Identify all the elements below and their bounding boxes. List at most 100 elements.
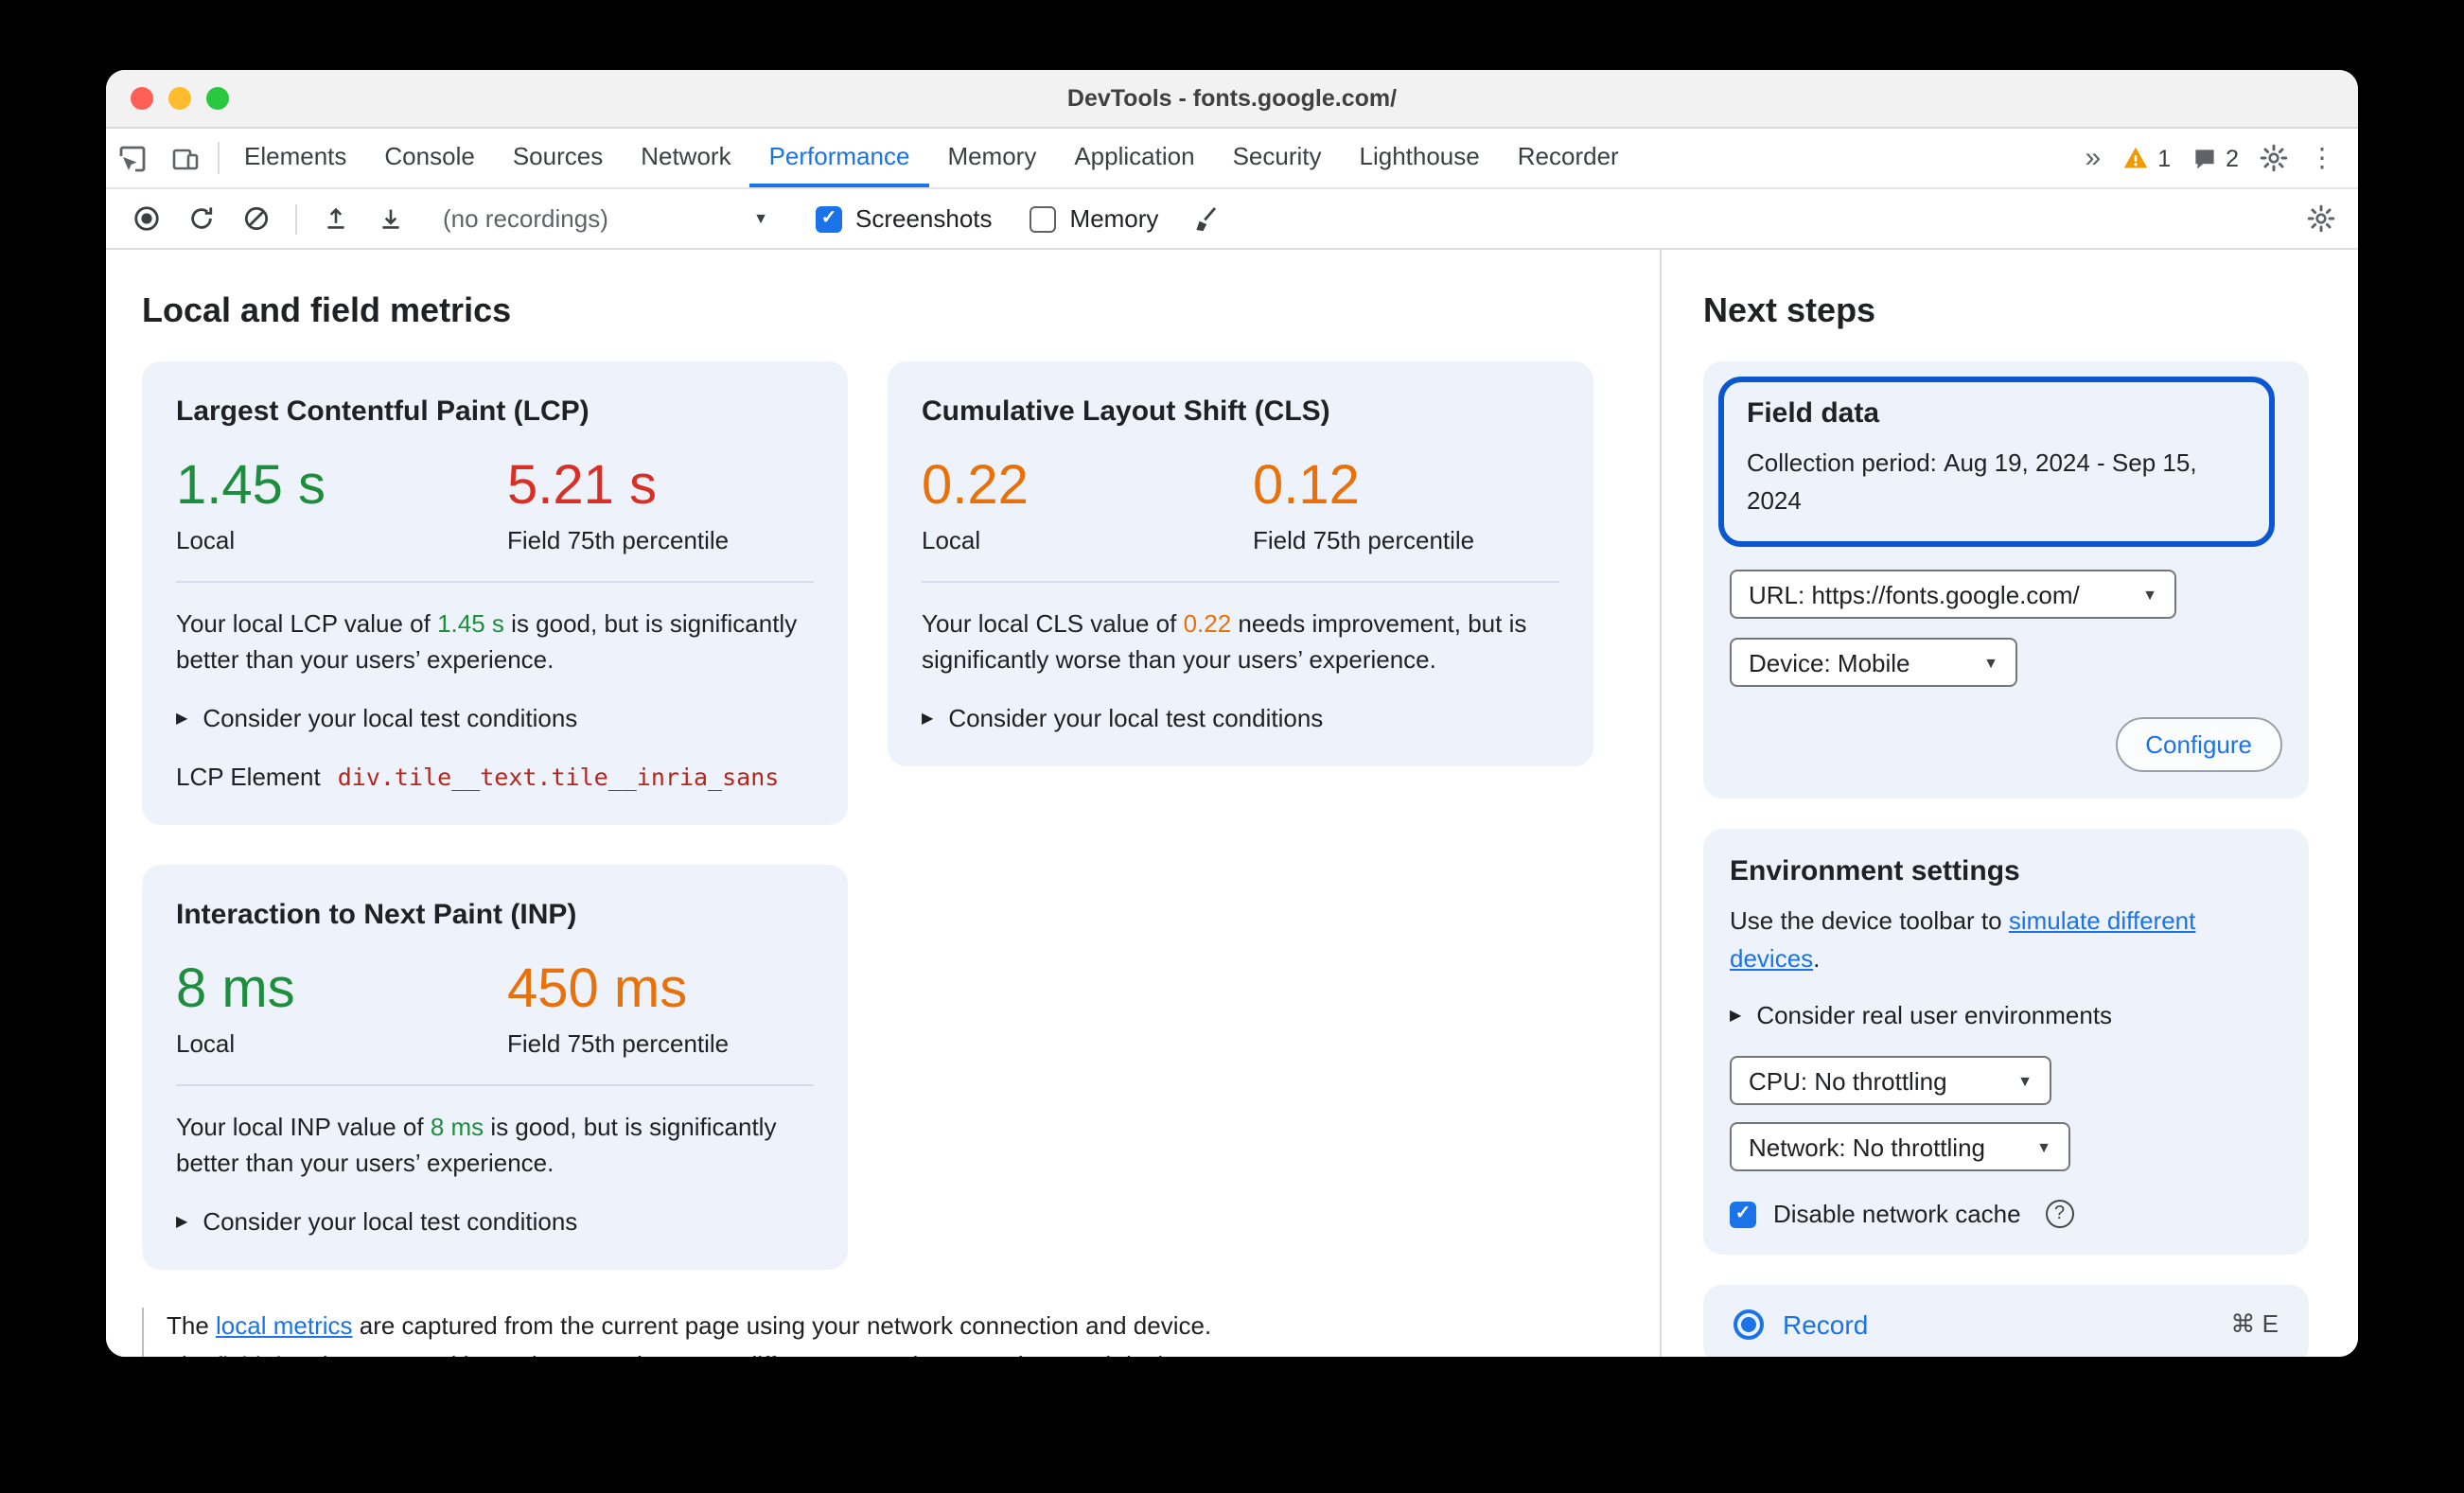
more-tabs-button[interactable]: » (2086, 142, 2102, 174)
garbage-collect-icon (1195, 206, 1216, 231)
download-icon (382, 209, 399, 229)
field-data-link[interactable]: field data (216, 1350, 316, 1357)
tab-network[interactable]: Network (622, 129, 749, 187)
url-select[interactable]: URL: https://fonts.google.com/ ▼ (1730, 570, 2176, 619)
chevron-down-icon: ▼ (2036, 1138, 2051, 1155)
lcp-desc-value: 1.45 s (437, 608, 504, 638)
next-steps-sidebar: Next steps Field data Collection period:… (1660, 250, 2358, 1357)
inp-disclosure-label: Consider your local test conditions (202, 1206, 578, 1236)
issues-indicator[interactable]: 2 (2191, 145, 2239, 171)
collection-period: Collection period: Aug 19, 2024 - Sep 15… (1747, 445, 2246, 518)
toolbar-divider (295, 203, 297, 234)
tab-elements[interactable]: Elements (225, 129, 365, 187)
environment-settings-card: Environment settings Use the device tool… (1703, 829, 2309, 1255)
tab-console[interactable]: Console (365, 129, 493, 187)
screenshots-checkbox[interactable]: ✓ (816, 205, 842, 232)
collect-garbage-button[interactable] (1179, 196, 1230, 241)
record-card[interactable]: Record ⌘ E (1703, 1285, 2309, 1357)
cpu-select-value: CPU: No throttling (1749, 1066, 1947, 1095)
tab-recorder[interactable]: Recorder (1499, 129, 1638, 187)
inp-desc-value: 8 ms (430, 1112, 484, 1141)
tab-application[interactable]: Application (1055, 129, 1213, 187)
cls-field-value: 0.12 (1253, 456, 1360, 517)
record-performance-button[interactable] (121, 196, 172, 241)
inp-test-conditions-disclosure[interactable]: ▶ Consider your local test conditions (176, 1207, 814, 1236)
traffic-lights (131, 87, 229, 110)
inp-local-label: Local (176, 1028, 236, 1058)
inp-card: Interaction to Next Paint (INP) 8 ms Loc… (142, 864, 848, 1270)
env-disclosure-label: Consider real user environments (1756, 1001, 2113, 1029)
real-user-environments-disclosure[interactable]: ▶ Consider real user environments (1730, 1001, 2282, 1029)
lcp-field-label: Field 75th percentile (507, 525, 730, 554)
customize-devtools-button[interactable]: ⋮ (2309, 142, 2335, 174)
memory-checkbox-row: Memory (1030, 204, 1159, 233)
divider (922, 580, 1559, 583)
disable-cache-checkbox[interactable]: ✓ (1730, 1201, 1756, 1227)
minimize-button[interactable] (168, 87, 191, 110)
network-throttling-select[interactable]: Network: No throttling ▼ (1730, 1122, 2070, 1171)
device-toolbar-icon (172, 148, 199, 169)
warnings-indicator[interactable]: 1 (2121, 144, 2171, 172)
chevron-down-icon: ▼ (2142, 586, 2157, 603)
cls-disclosure-label: Consider your local test conditions (948, 703, 1324, 732)
record-icon (134, 206, 159, 231)
tab-performance[interactable]: Performance (749, 129, 929, 187)
device-select[interactable]: Device: Mobile ▼ (1730, 638, 2017, 687)
tab-memory[interactable]: Memory (928, 129, 1055, 187)
cls-card-title: Cumulative Layout Shift (CLS) (922, 395, 1330, 428)
close-button[interactable] (131, 87, 153, 110)
field-data-title: Field data (1747, 397, 1880, 430)
inspect-element-button[interactable] (106, 129, 159, 187)
divider (176, 580, 814, 583)
inspect-icon (119, 145, 146, 171)
lcp-local-metric: 1.45 s Local (176, 456, 507, 554)
clear-recordings-button[interactable] (231, 196, 282, 241)
tabbar-right-controls: » 1 2 ⋮ (2086, 129, 2359, 187)
lcp-card-title: Largest Contentful Paint (LCP) (176, 395, 590, 428)
cls-field-metric: 0.12 Field 75th percentile (1253, 456, 1474, 554)
memory-label: Memory (1069, 204, 1159, 233)
screenshots-label: Screenshots (855, 204, 993, 233)
record-shortcut: ⌘ E (2230, 1309, 2279, 1338)
footnote2-pre: The (167, 1350, 216, 1357)
inp-field-value: 450 ms (507, 958, 688, 1020)
tab-lighthouse[interactable]: Lighthouse (1341, 129, 1499, 187)
configure-button[interactable]: Configure (2115, 717, 2282, 772)
inp-description: Your local INP value of 8 ms is good, bu… (176, 1109, 814, 1183)
lcp-test-conditions-disclosure[interactable]: ▶ Consider your local test conditions (176, 704, 814, 732)
collection-period-label: Collection period: (1747, 448, 1945, 477)
lcp-disclosure-label: Consider your local test conditions (202, 703, 578, 732)
disclosure-triangle-icon: ▶ (1730, 1007, 1742, 1024)
memory-checkbox[interactable] (1030, 205, 1057, 232)
cls-local-metric: 0.22 Local (922, 456, 1253, 554)
upload-icon (327, 207, 344, 229)
cpu-throttling-select[interactable]: CPU: No throttling ▼ (1730, 1056, 2051, 1105)
warning-count: 1 (2157, 145, 2172, 171)
screenshot-stage: DevTools - fonts.google.com/ Elements Co… (0, 0, 2464, 1493)
lcp-element-link[interactable]: div.tile__text.tile__inria_sans (338, 763, 780, 791)
devtools-window: DevTools - fonts.google.com/ Elements Co… (106, 70, 2358, 1357)
device-toolbar-button[interactable] (159, 129, 212, 187)
reload-and-record-button[interactable] (176, 196, 227, 241)
cls-test-conditions-disclosure[interactable]: ▶ Consider your local test conditions (922, 704, 1559, 732)
url-select-value: URL: https://fonts.google.com/ (1749, 580, 2080, 608)
device-select-value: Device: Mobile (1749, 648, 1910, 676)
load-profile-button[interactable] (310, 196, 361, 241)
tab-security[interactable]: Security (1214, 129, 1341, 187)
help-icon[interactable]: ? (2045, 1200, 2074, 1228)
inp-field-label: Field 75th percentile (507, 1028, 730, 1058)
save-profile-button[interactable] (365, 196, 416, 241)
settings-button[interactable] (2260, 144, 2288, 172)
tab-sources[interactable]: Sources (494, 129, 622, 187)
environment-settings-title: Environment settings (1730, 855, 2020, 887)
recordings-select[interactable]: (no recordings) ▼ (431, 198, 780, 239)
record-label: Record (1783, 1309, 1869, 1340)
footnote-line-1: The local metrics are captured from the … (167, 1308, 1660, 1347)
capture-settings-button[interactable] (2307, 204, 2335, 233)
page-title: Local and field metrics (142, 291, 512, 329)
local-metrics-link[interactable]: local metrics (216, 1311, 353, 1340)
zoom-button[interactable] (206, 87, 229, 110)
next-steps-title: Next steps (1703, 291, 1876, 329)
chevron-down-icon: ▼ (753, 210, 768, 227)
environment-body: Use the device toolbar to simulate diffe… (1730, 903, 2282, 976)
